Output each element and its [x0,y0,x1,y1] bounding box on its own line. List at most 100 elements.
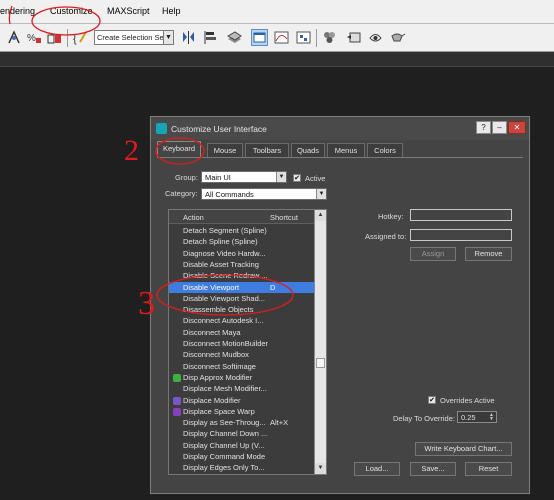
list-item[interactable]: Display Edges Only To... [169,462,315,473]
list-item[interactable]: Disable Viewport Shad... [169,293,315,304]
tab-toolbars[interactable]: Toolbars [245,143,289,157]
material-editor-icon[interactable] [321,29,338,46]
curve-editor-icon[interactable] [273,29,290,46]
close-button[interactable]: ✕ [508,121,526,134]
group-value: Main UI [205,173,231,182]
action-name: Disassemble Objects [183,305,254,315]
list-item[interactable]: Detach Spline (Spline) [169,236,315,247]
list-item[interactable]: Displace Space Warp [169,406,315,417]
scene-explorer-icon[interactable] [251,29,268,46]
action-name: Display as See-Throug... [183,418,266,428]
modifier-icon [173,373,181,382]
list-item[interactable]: Disconnect Softimage [169,361,315,372]
list-item[interactable]: Display Command Mode [169,451,315,462]
assign-button[interactable]: Assign [410,247,456,261]
action-name: Displace Space Warp [183,406,255,416]
list-item[interactable]: Diagnose Video Hardw... [169,248,315,259]
menu-customize[interactable]: Customize [50,6,93,16]
list-item[interactable]: Disable Scene Redraw ... [169,270,315,281]
category-dropdown[interactable]: All Commands ▼ [201,188,327,200]
assigned-label: Assigned to: [365,232,407,241]
delay-value: 0.25 [461,413,476,422]
save-button[interactable]: Save... [410,462,456,476]
action-name: Disconnect Mudbox [183,350,249,360]
align-icon[interactable] [202,29,219,46]
action-name: Detach Segment (Spline) [183,226,267,235]
scroll-down-icon[interactable]: ▼ [315,463,326,474]
list-item[interactable]: Detach Segment (Spline) [169,225,315,236]
action-name: Display Edges Only To... [183,463,265,473]
list-item[interactable]: Display Channel Down ... [169,428,315,439]
render-setup-icon[interactable] [345,29,362,46]
render-icon[interactable] [389,29,406,46]
group-dropdown[interactable]: Main UI ▼ [201,171,287,183]
remove-button[interactable]: Remove [465,247,512,261]
link-icon[interactable] [6,29,23,46]
list-item[interactable]: Disconnect MotionBuilder [169,338,315,349]
tab-mouse[interactable]: Mouse [207,143,243,157]
delay-spinner[interactable]: 0.25 ▲ ▼ [457,411,497,423]
list-scrollbar[interactable]: ▲ ▼ [314,210,326,474]
list-item[interactable]: Disassemble Objects [169,304,315,315]
action-name: Detach Spline (Spline) [183,237,258,247]
tab-quads[interactable]: Quads [291,143,325,157]
scroll-up-icon[interactable]: ▲ [315,210,326,221]
assigned-to-field [410,229,512,241]
list-item[interactable]: Disconnect Maya [169,327,315,338]
list-item[interactable]: Displace Modifier [169,395,315,406]
selection-set-dropdown[interactable]: Create Selection Se ▼ [94,30,174,45]
action-name: Displace Modifier [183,395,241,405]
edit-named-selection-icon[interactable]: { [72,29,89,46]
tab-keyboard[interactable]: Keyboard [157,141,201,158]
minimize-button[interactable]: – [492,121,507,134]
column-action[interactable]: Action [183,213,204,222]
active-checkbox[interactable]: ✔ [293,174,301,182]
help-button[interactable]: ? [476,121,491,134]
list-item[interactable]: Disconnect Autodesk I... [169,315,315,326]
action-name: Display Channel Down ... [183,429,268,439]
unlink-icon[interactable]: % [26,29,43,46]
action-name: Disable Viewport [183,282,240,292]
mirror-icon[interactable] [180,29,197,46]
action-list[interactable]: Action Shortcut Detach Segment (Spline) D… [168,209,327,475]
svg-text:{: { [73,33,77,45]
write-keyboard-chart-button[interactable]: Write Keyboard Chart... [415,442,512,456]
menu-help[interactable]: Help [162,6,181,16]
chevron-down-icon: ▼ [163,31,173,44]
overrides-checkbox[interactable]: ✔ [428,396,436,404]
tab-colors[interactable]: Colors [367,143,403,157]
tab-menus[interactable]: Menus [327,143,365,157]
selection-set-value: Create Selection Se [97,33,164,42]
list-item[interactable]: Disable Viewport D [169,281,315,293]
dialog-titlebar[interactable]: Customize User Interface ? – ✕ [151,117,529,140]
rendered-frame-icon[interactable] [367,29,384,46]
active-label: Active [305,174,326,183]
column-shortcut[interactable]: Shortcut [270,213,298,222]
hotkey-input[interactable] [410,209,512,221]
load-button[interactable]: Load... [354,462,400,476]
menu-rendering[interactable]: endering [0,6,35,16]
app-window: endering Customize MAXScript Help % { Cr… [0,0,554,500]
scroll-thumb[interactable] [316,358,325,368]
layer-manager-icon[interactable] [226,29,243,46]
chevron-down-icon: ▼ [276,172,286,182]
action-name: Disable Scene Redraw ... [183,271,268,281]
list-item[interactable]: Disconnect Mudbox [169,349,315,360]
spinner-arrows-icon[interactable]: ▲ ▼ [489,413,495,422]
menu-maxscript[interactable]: MAXScript [107,6,150,16]
category-label: Category: [165,189,198,198]
action-name: Display Channel Up (V... [183,440,265,450]
action-name: Disp Approx Modifier [183,372,253,382]
list-item[interactable]: Displace Mesh Modifier... [169,383,315,394]
category-value: All Commands [205,190,254,199]
list-item[interactable]: Display Channel Up (V... [169,440,315,451]
list-item[interactable]: Disp Approx Modifier [169,372,315,383]
shortcut-value: Alt+X [270,418,289,428]
list-item[interactable]: Disable Asset Tracking [169,259,315,270]
list-item[interactable]: Display as See-Throug... Alt+X [169,417,315,428]
reset-button[interactable]: Reset [465,462,512,476]
menubar: endering Customize MAXScript Help [0,0,554,24]
bind-space-warp-icon[interactable] [46,29,63,46]
dialog-title: Customize User Interface [171,124,267,134]
schematic-view-icon[interactable] [295,29,312,46]
